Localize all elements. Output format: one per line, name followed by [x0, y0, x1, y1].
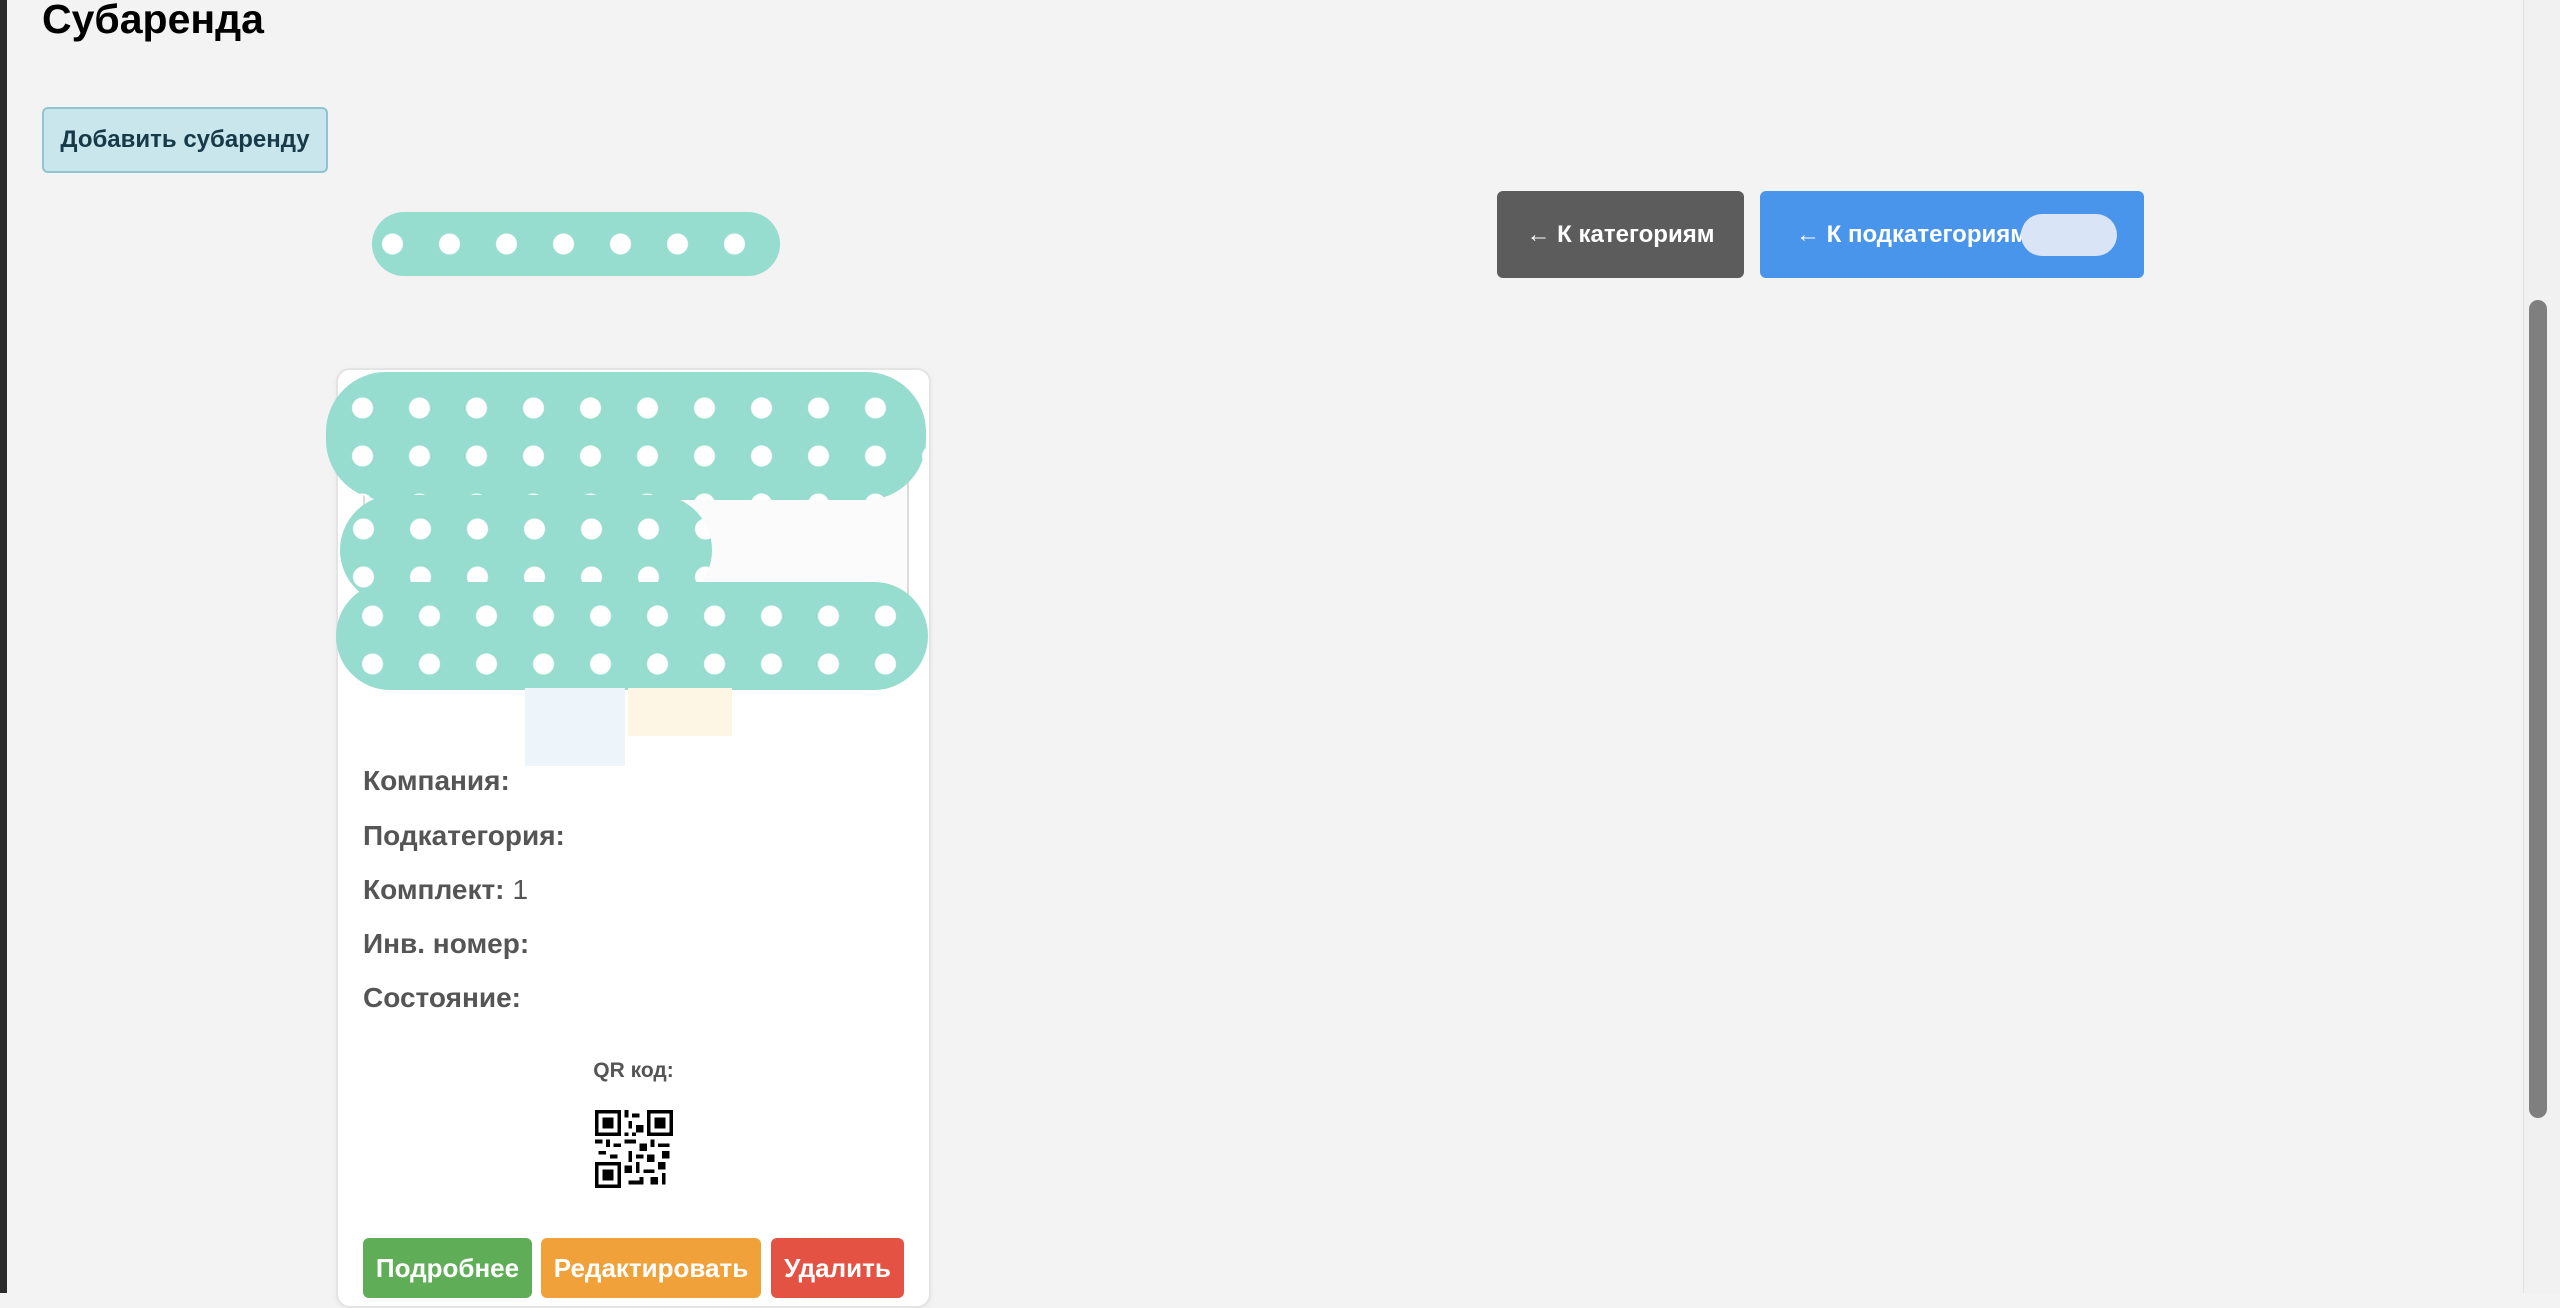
info-label: Подкатегория: [363, 820, 565, 851]
info-value: 1 [512, 874, 529, 905]
faded-image-fragment [628, 688, 732, 736]
redacted-heading [372, 212, 780, 276]
info-kit: Комплект: 1 [363, 873, 528, 907]
redacted-media-top [326, 372, 926, 500]
info-condition: Состояние: [363, 981, 529, 1015]
info-label: Комплект: [363, 874, 505, 905]
window-frame-left [0, 0, 7, 1293]
details-button[interactable]: Подробнее [363, 1238, 532, 1298]
delete-button[interactable]: Удалить [771, 1238, 904, 1298]
redacted-subcategory-name [2021, 214, 2117, 256]
info-company: Компания: [363, 764, 518, 798]
info-subcategory: Подкатегория: [363, 819, 573, 853]
info-label: Инв. номер: [363, 928, 530, 959]
page-title: Субаренда [42, 0, 264, 42]
scrollbar-thumb[interactable] [2529, 300, 2547, 1118]
edit-button[interactable]: Редактировать [541, 1238, 761, 1298]
qr-code-image [595, 1110, 673, 1188]
redacted-media-bottom [336, 582, 928, 690]
back-to-categories-button[interactable]: ← К категориям [1497, 191, 1744, 278]
info-label: Компания: [363, 765, 510, 796]
info-label: Состояние: [363, 982, 521, 1013]
faded-image-fragment [525, 688, 625, 766]
add-subrent-button[interactable]: Добавить субаренду [42, 107, 328, 173]
qr-label: QR код: [593, 1059, 674, 1082]
info-inventory-number: Инв. номер: [363, 927, 537, 961]
